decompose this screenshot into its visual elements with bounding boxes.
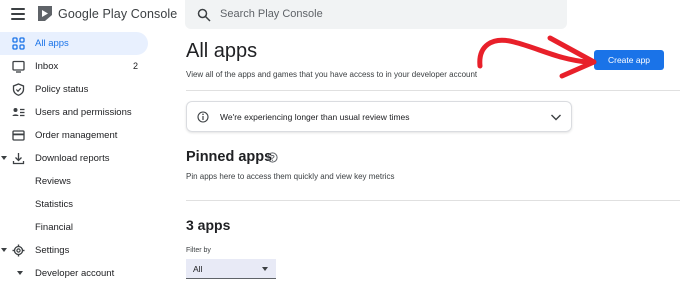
apps-grid-icon [12, 37, 25, 50]
sidebar-item-settings[interactable]: Settings [0, 239, 148, 262]
sidebar-item-label: Reviews [35, 176, 71, 187]
inbox-count-badge: 2 [133, 61, 139, 71]
sidebar-item-label: All apps [35, 38, 69, 49]
pinned-apps-description: Pin apps here to access them quickly and… [186, 172, 395, 181]
users-list-icon [12, 108, 25, 117]
sidebar-item-policy-status[interactable]: Policy status [0, 78, 148, 101]
sidebar-item-reviews[interactable]: Reviews [0, 170, 148, 193]
filter-selected-value: All [193, 264, 203, 274]
sidebar-item-developer-account[interactable]: Developer account [0, 262, 148, 285]
sidebar-item-label: Statistics [35, 199, 74, 210]
gear-icon [12, 244, 25, 257]
shield-icon [12, 83, 25, 96]
top-bar: Google Play Console Search Play Console [0, 0, 680, 30]
sidebar-item-order-management[interactable]: Order management [0, 124, 148, 147]
dropdown-arrow-icon [262, 267, 268, 271]
sidebar-item-inbox[interactable]: Inbox 2 [0, 55, 148, 78]
download-icon [12, 153, 25, 165]
filter-dropdown[interactable]: All [186, 259, 276, 279]
sidebar-item-label: Financial [35, 222, 74, 233]
sidebar-item-label: Policy status [35, 84, 89, 95]
expand-caret-icon[interactable] [1, 248, 7, 252]
filter-label: Filter by [186, 247, 211, 254]
sidebar-item-label: Developer account [35, 268, 115, 279]
notice-text: We're experiencing longer than usual rev… [220, 112, 410, 122]
search-icon [197, 8, 211, 22]
play-console-logo-icon [38, 6, 52, 21]
sidebar-item-all-apps[interactable]: All apps [0, 32, 148, 55]
divider [186, 200, 680, 201]
page-title: All apps [186, 40, 258, 62]
sidebar-item-label: Users and permissions [35, 107, 132, 118]
expand-caret-icon[interactable] [1, 156, 7, 160]
hamburger-menu-icon[interactable] [11, 8, 25, 20]
brand-name: Google Play Console [58, 6, 178, 21]
sidebar-item-label: Order management [35, 130, 118, 141]
pinned-apps-heading: Pinned apps [186, 149, 273, 165]
sidebar-item-statistics[interactable]: Statistics [0, 193, 148, 216]
sidebar-item-label: Inbox [35, 61, 59, 72]
credit-card-icon [12, 130, 25, 141]
divider [186, 90, 680, 91]
info-icon [197, 111, 209, 123]
expand-caret-icon[interactable] [17, 271, 23, 275]
help-icon[interactable] [267, 152, 278, 163]
brand[interactable]: Google Play Console [37, 5, 177, 22]
search-input[interactable]: Search Play Console [185, 0, 567, 29]
sidebar: All apps Inbox 2 Policy status Users and… [0, 30, 158, 287]
apps-count-heading: 3 apps [186, 217, 231, 233]
sidebar-item-users-and-permissions[interactable]: Users and permissions [0, 101, 148, 124]
sidebar-item-label: Settings [35, 245, 70, 256]
sidebar-item-download-reports[interactable]: Download reports [0, 147, 148, 170]
inbox-icon [12, 60, 25, 73]
sidebar-item-label: Download reports [35, 153, 110, 164]
page-description: View all of the apps and games that you … [186, 70, 478, 79]
sidebar-item-financial[interactable]: Financial [0, 216, 148, 239]
search-placeholder: Search Play Console [220, 8, 323, 20]
chevron-down-icon[interactable] [550, 112, 562, 122]
annotation-arrow-icon [477, 35, 597, 79]
review-times-notice[interactable]: We're experiencing longer than usual rev… [186, 101, 572, 132]
create-app-button[interactable]: Create app [594, 50, 664, 70]
